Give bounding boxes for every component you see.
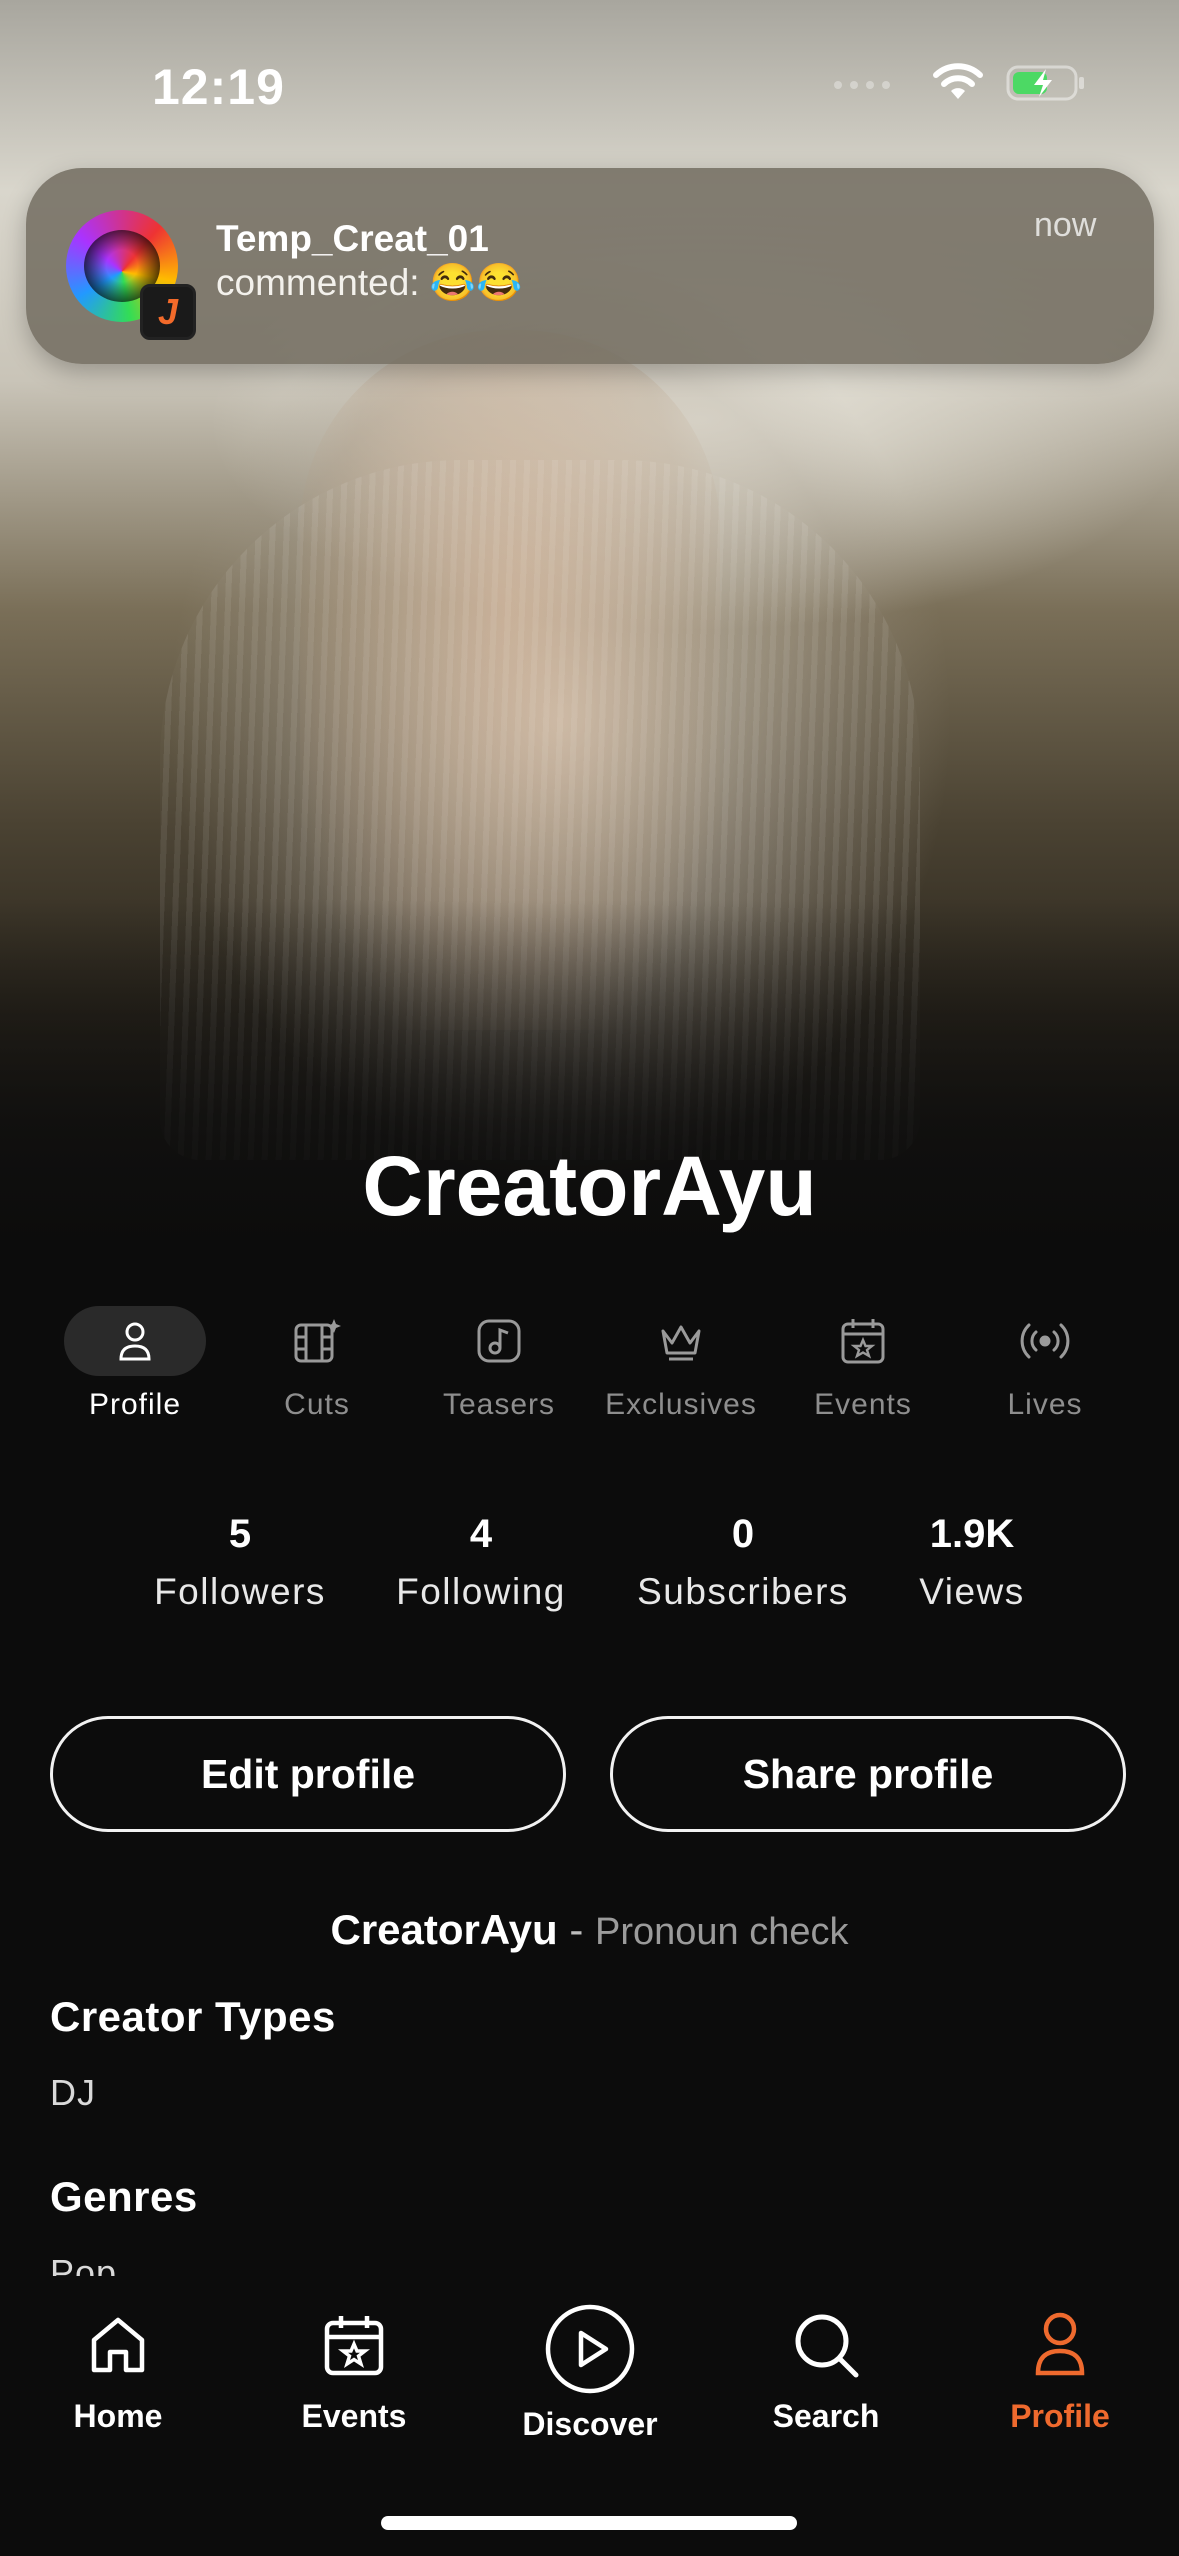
nav-profile[interactable]: Profile [960, 2300, 1160, 2435]
stat-value: 1.9K [929, 1512, 1015, 1556]
stat-value: 5 [228, 1512, 252, 1556]
tab-label: Profile [88, 1388, 182, 1421]
stat-label: Subscribers [637, 1571, 849, 1612]
stat-following[interactable]: 4 Following [390, 1512, 572, 1613]
bio-line: CreatorAyu - Pronoun check [0, 1906, 1179, 1954]
share-profile-button[interactable]: Share profile [610, 1716, 1126, 1832]
tab-label: Exclusives [605, 1388, 757, 1421]
calendar-star-icon [323, 2300, 385, 2390]
status-icons [830, 60, 1086, 110]
stat-label: Followers [154, 1571, 326, 1612]
notification-title: Temp_Creat_01 [216, 218, 489, 259]
wifi-icon [932, 62, 984, 108]
stat-label: Views [919, 1571, 1025, 1612]
nav-search[interactable]: Search [726, 2300, 926, 2435]
nav-label: Profile [1010, 2398, 1110, 2434]
status-time: 12:19 [152, 59, 285, 115]
tab-events[interactable]: Events [778, 1306, 948, 1446]
person-icon [64, 1306, 206, 1376]
stat-subscribers[interactable]: 0 Subscribers [628, 1512, 858, 1613]
bio-name: CreatorAyu [330, 1906, 558, 1953]
tab-teasers[interactable]: Teasers [414, 1306, 584, 1446]
tab-label: Teasers [442, 1388, 556, 1421]
tab-label: Lives [1007, 1388, 1083, 1421]
battery-charging-icon [1006, 63, 1086, 108]
nav-label: Home [73, 2398, 163, 2434]
push-notification[interactable] [26, 168, 1154, 364]
tab-cuts[interactable]: Cuts [232, 1306, 402, 1446]
stat-value: 4 [469, 1512, 493, 1556]
broadcast-icon [974, 1306, 1116, 1376]
stat-value: 0 [731, 1512, 755, 1556]
pronoun-text: Pronoun check [595, 1911, 849, 1953]
tab-label: Events [814, 1388, 912, 1421]
nav-label: Search [772, 2398, 880, 2434]
music-note-icon [428, 1306, 570, 1376]
nav-discover[interactable]: Discover [490, 2300, 690, 2443]
tab-exclusives[interactable]: Exclusives [596, 1306, 766, 1446]
nav-home[interactable]: Home [18, 2300, 218, 2435]
signal-icon [830, 73, 910, 98]
stat-label: Following [396, 1571, 566, 1612]
nav-label: Discover [522, 2406, 658, 2442]
edit-profile-button[interactable]: Edit profile [50, 1716, 566, 1832]
tab-label: Cuts [284, 1388, 350, 1421]
person-icon [1034, 2300, 1086, 2390]
tab-lives[interactable]: Lives [960, 1306, 1130, 1446]
stat-followers[interactable]: 5 Followers [150, 1512, 330, 1613]
nav-events[interactable]: Events [254, 2300, 454, 2435]
film-sparkle-icon [246, 1306, 388, 1376]
tab-profile[interactable]: Profile [50, 1306, 220, 1446]
crown-icon [610, 1306, 752, 1376]
creator-types-value: DJ [50, 2072, 96, 2113]
stat-views[interactable]: 1.9K Views [908, 1512, 1036, 1613]
bio-separator: - [569, 1906, 584, 1953]
calendar-star-icon [792, 1306, 934, 1376]
home-icon [88, 2300, 148, 2390]
genres-heading: Genres [50, 2173, 198, 2220]
nav-label: Events [301, 2398, 407, 2434]
search-icon [792, 2300, 860, 2390]
home-indicator [381, 2516, 797, 2530]
notification-time: now [1034, 206, 1097, 244]
creator-types-heading: Creator Types [50, 1993, 336, 2040]
notification-body: commented: 😂😂 [216, 262, 523, 303]
play-circle-icon [544, 2300, 636, 2398]
profile-name: CreatorAyu [362, 1139, 817, 1233]
app-badge-icon: J [140, 284, 196, 340]
